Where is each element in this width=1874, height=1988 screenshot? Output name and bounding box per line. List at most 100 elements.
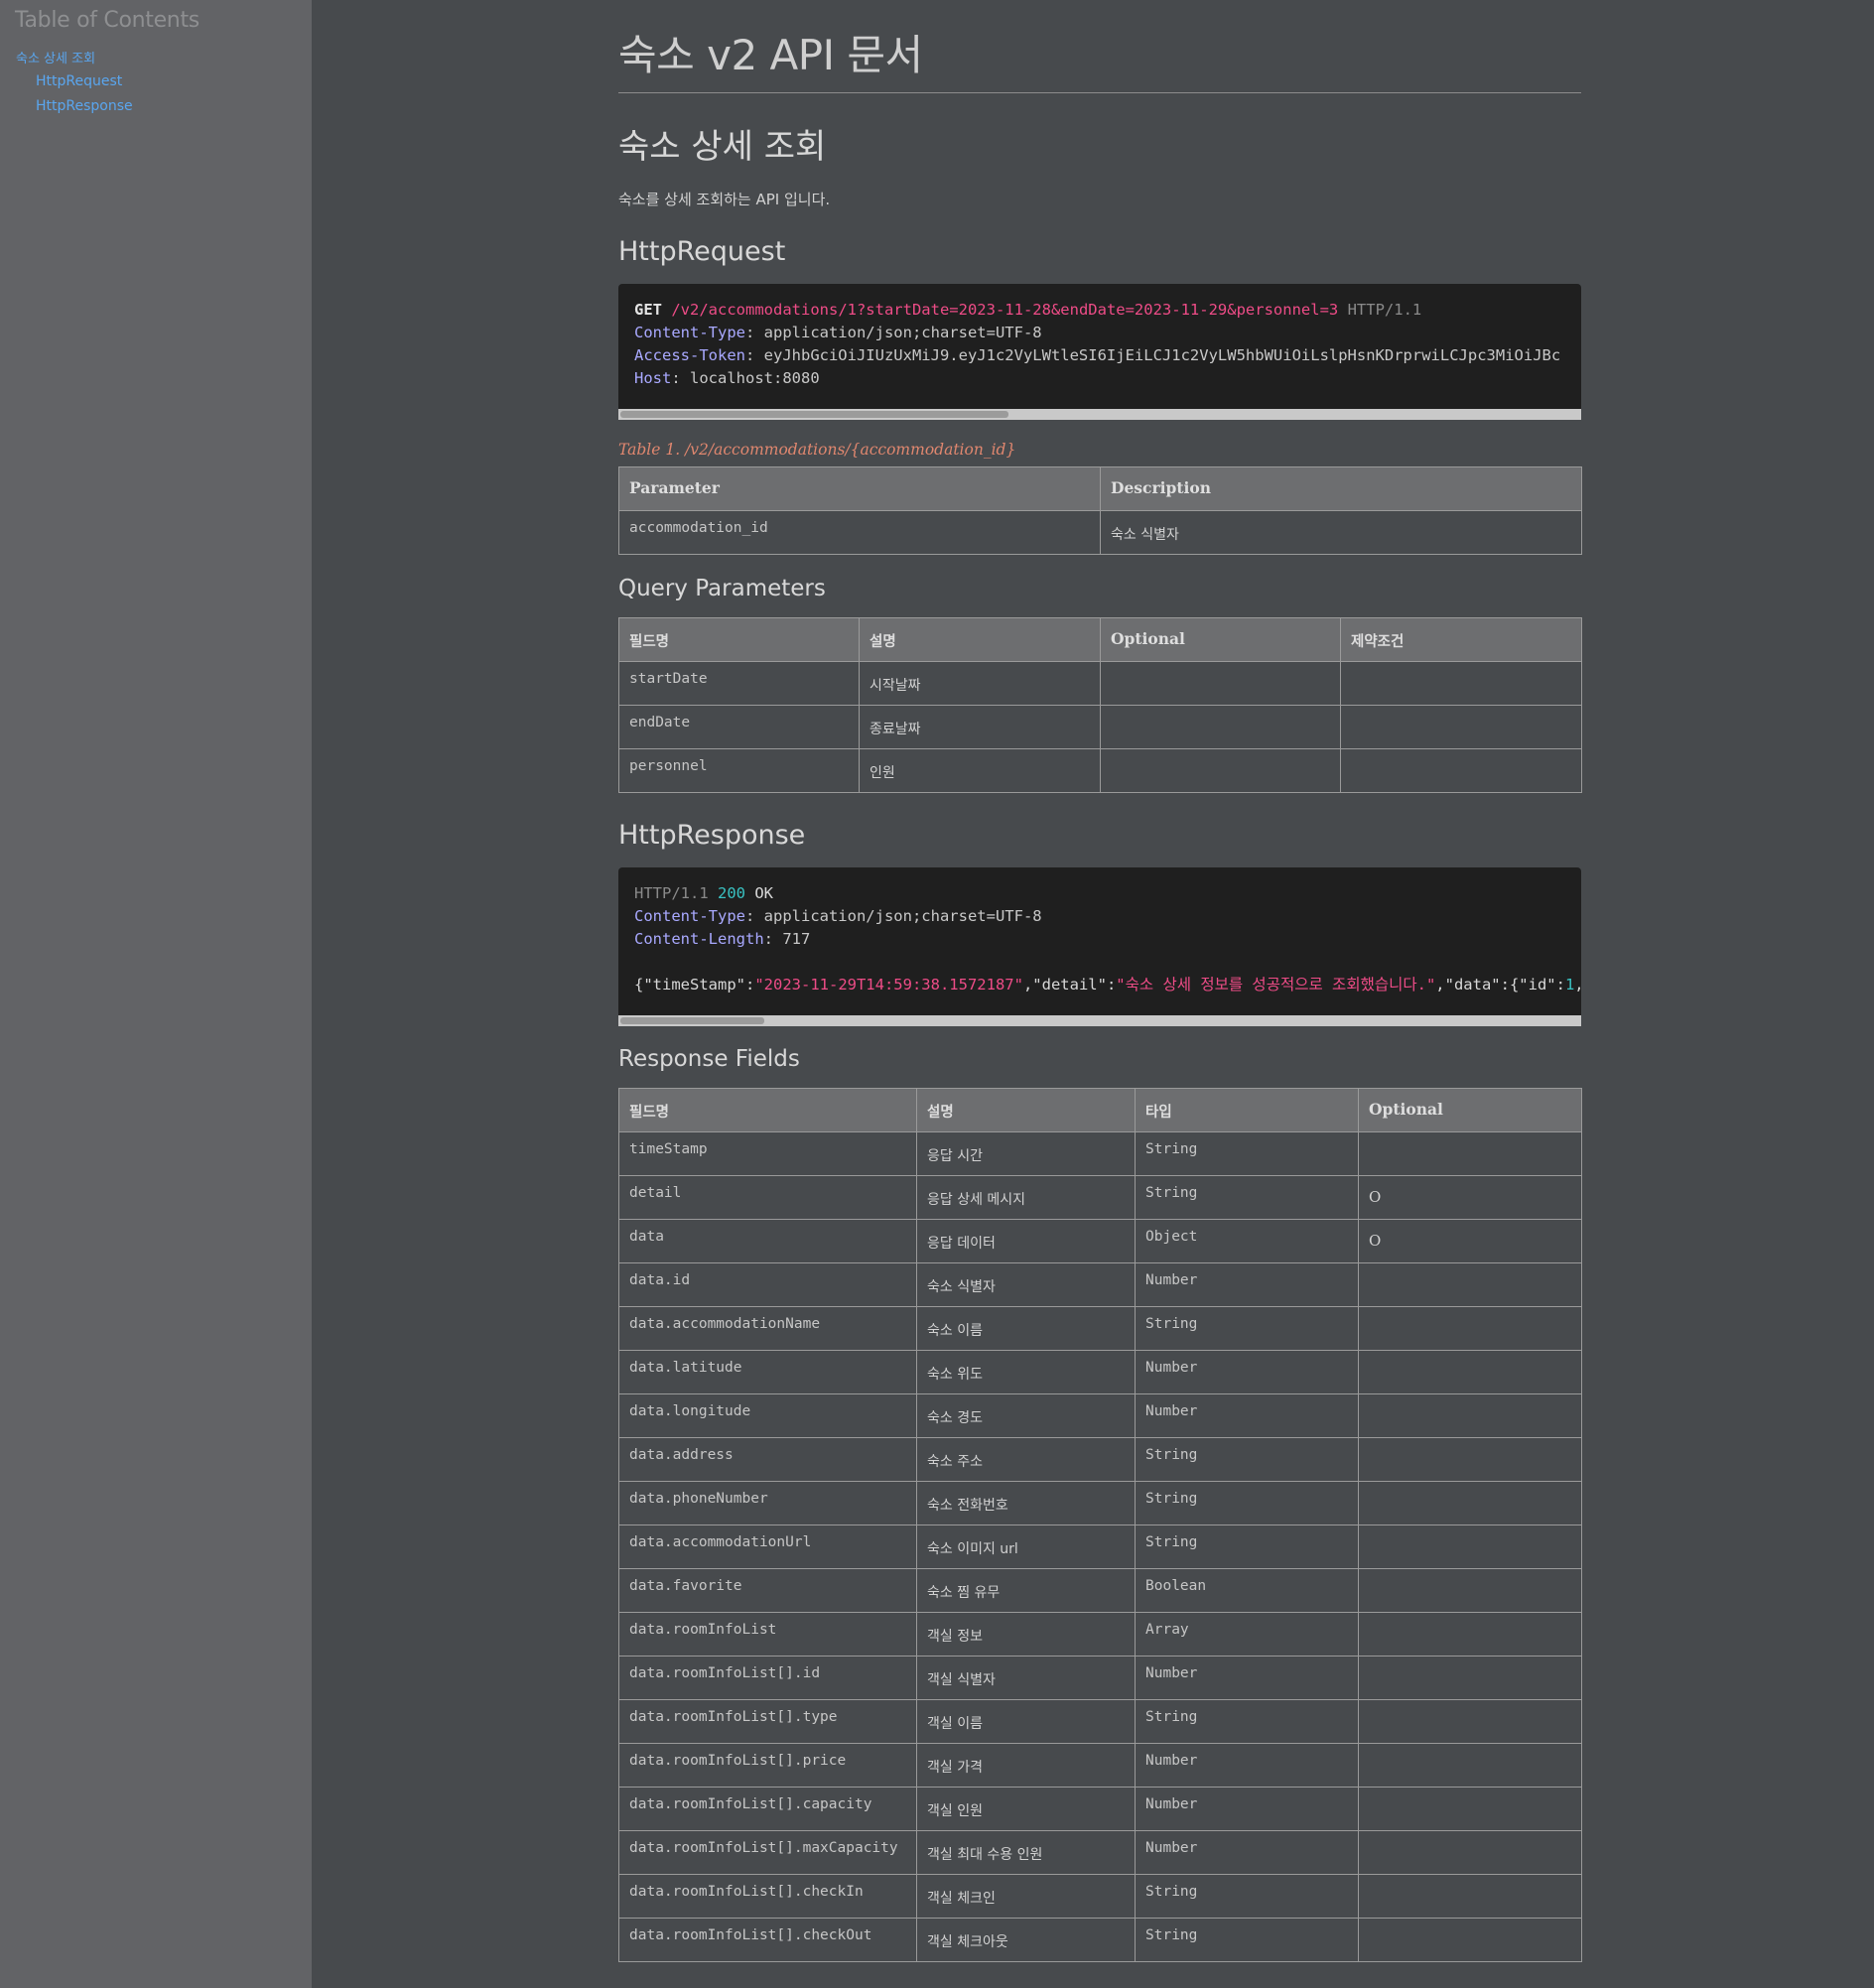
- description-cell: 응답 상세 메시지: [916, 1175, 1136, 1220]
- response-body-number: 1: [1564, 976, 1575, 994]
- column-header: Parameter: [618, 466, 1101, 511]
- type-cell: Number: [1135, 1743, 1359, 1788]
- field-name-cell: startDate: [618, 661, 860, 706]
- table-row: data.accommodationUrl 숙소 이미지 url String: [618, 1524, 1582, 1569]
- toc-link-httprequest[interactable]: HttpRequest: [36, 73, 122, 89]
- table-row: detail 응답 상세 메시지 String O: [618, 1175, 1582, 1220]
- optional-cell: [1358, 1568, 1582, 1613]
- table-row: data.roomInfoList[].id 객실 식별자 Number: [618, 1656, 1582, 1700]
- optional-cell: [1358, 1874, 1582, 1919]
- table-row: endDate 종료날짜: [618, 705, 1582, 749]
- table-row: data.id 숙소 식별자 Number: [618, 1262, 1582, 1307]
- table-row: data.roomInfoList[].checkIn 객실 체크인 String: [618, 1874, 1582, 1919]
- column-header: 제약조건: [1340, 617, 1582, 662]
- toc-link-accommodation-detail[interactable]: 숙소 상세 조회: [16, 48, 95, 66]
- optional-cell: O: [1358, 1175, 1582, 1220]
- description-cell: 객실 최대 수용 인원: [916, 1830, 1136, 1875]
- response-status-code: 200: [718, 884, 745, 902]
- type-cell: String: [1135, 1175, 1359, 1220]
- response-code-scrollbar[interactable]: [618, 1015, 1581, 1026]
- field-name-cell: data.roomInfoList[].price: [618, 1743, 917, 1788]
- field-name-cell: data.accommodationUrl: [618, 1524, 917, 1569]
- response-code-block: HTTP/1.1 200 OK Content-Type: applicatio…: [618, 867, 1581, 1026]
- table-of-contents-sidebar: Table of Contents 숙소 상세 조회 HttpRequest H…: [0, 0, 312, 1988]
- optional-cell: [1358, 1306, 1582, 1351]
- field-name-cell: accommodation_id: [618, 510, 1101, 555]
- column-header: 필드명: [618, 617, 860, 662]
- field-name-cell: data.roomInfoList[].type: [618, 1699, 917, 1744]
- description-cell: 숙소 경도: [916, 1393, 1136, 1438]
- optional-cell: [1358, 1656, 1582, 1700]
- column-header: Description: [1100, 466, 1582, 511]
- response-scrollbar-thumb[interactable]: [620, 1017, 764, 1024]
- page-title: 숙소 v2 API 문서: [618, 22, 1581, 93]
- description-cell: 종료날짜: [859, 705, 1101, 749]
- optional-cell: O: [1358, 1219, 1582, 1263]
- optional-cell: [1100, 748, 1341, 793]
- description-cell: 시작날짜: [859, 661, 1101, 706]
- field-name-cell: detail: [618, 1175, 917, 1220]
- type-cell: String: [1135, 1699, 1359, 1744]
- table-row: data.latitude 숙소 위도 Number: [618, 1350, 1582, 1394]
- type-cell: Array: [1135, 1612, 1359, 1657]
- toc-link-httpresponse[interactable]: HttpResponse: [36, 98, 133, 114]
- table-header-row: Parameter Description: [618, 466, 1582, 511]
- request-method: GET: [634, 301, 662, 319]
- field-name-cell: data.address: [618, 1437, 917, 1482]
- httpresponse-heading: HttpResponse: [618, 820, 806, 851]
- table-row: data.roomInfoList[].checkOut 객실 체크아웃 Strin…: [618, 1918, 1582, 1962]
- constraint-cell: [1340, 748, 1582, 793]
- description-cell: 객실 이름: [916, 1699, 1136, 1744]
- description-cell: 숙소 식별자: [916, 1262, 1136, 1307]
- request-header-name: Host: [634, 369, 672, 387]
- field-name-cell: data.latitude: [618, 1350, 917, 1394]
- field-name-cell: personnel: [618, 748, 860, 793]
- table-row: data.phoneNumber 숙소 전화번호 String: [618, 1481, 1582, 1525]
- table-row: personnel 인원: [618, 748, 1582, 793]
- description-cell: 숙소 위도: [916, 1350, 1136, 1394]
- response-body-text: ,: [1574, 976, 1581, 994]
- optional-cell: [1358, 1918, 1582, 1962]
- optional-cell: [1100, 661, 1341, 706]
- request-code-scrollbar[interactable]: [618, 409, 1581, 420]
- request-header-name: Access-Token: [634, 346, 745, 364]
- table-row: accommodation_id 숙소 식별자: [618, 510, 1582, 555]
- description-cell: 숙소 식별자: [1100, 510, 1582, 555]
- field-name-cell: data.favorite: [618, 1568, 917, 1613]
- description-cell: 숙소 전화번호: [916, 1481, 1136, 1525]
- table-row: data.roomInfoList[].type 객실 이름 String: [618, 1699, 1582, 1744]
- table-row: data.accommodationName 숙소 이름 String: [618, 1306, 1582, 1351]
- type-cell: String: [1135, 1437, 1359, 1482]
- response-body-text: ,"data":{"id":: [1435, 976, 1565, 994]
- description-cell: 숙소 이미지 url: [916, 1524, 1136, 1569]
- table-row: data.longitude 숙소 경도 Number: [618, 1393, 1582, 1438]
- type-cell: Number: [1135, 1262, 1359, 1307]
- optional-cell: [1358, 1262, 1582, 1307]
- response-status-text: OK: [754, 884, 774, 902]
- optional-cell: [1358, 1437, 1582, 1482]
- table-row: data.roomInfoList[].capacity 객실 인원 Number: [618, 1787, 1582, 1831]
- type-cell: String: [1135, 1481, 1359, 1525]
- type-cell: Number: [1135, 1787, 1359, 1831]
- response-body-text: {"timeStamp":: [634, 976, 755, 994]
- request-http-version: HTTP/1.1: [1347, 301, 1422, 319]
- description-cell: 숙소 찜 유무: [916, 1568, 1136, 1613]
- constraint-cell: [1340, 705, 1582, 749]
- optional-cell: [1358, 1830, 1582, 1875]
- description-cell: 객실 체크아웃: [916, 1918, 1136, 1962]
- type-cell: Number: [1135, 1830, 1359, 1875]
- response-fields-heading: Response Fields: [618, 1046, 800, 1072]
- field-name-cell: data: [618, 1219, 917, 1263]
- field-name-cell: data.roomInfoList[].checkOut: [618, 1918, 917, 1962]
- column-header: Optional: [1358, 1088, 1582, 1132]
- description-cell: 객실 인원: [916, 1787, 1136, 1831]
- httprequest-heading: HttpRequest: [618, 236, 786, 267]
- column-header: 설명: [916, 1088, 1136, 1132]
- type-cell: String: [1135, 1918, 1359, 1962]
- description-cell: 응답 데이터: [916, 1219, 1136, 1263]
- query-parameters-table: 필드명 설명 Optional 제약조건 startDate 시작날짜 endD…: [618, 617, 1582, 793]
- type-cell: Number: [1135, 1656, 1359, 1700]
- table-row: data.address 숙소 주소 String: [618, 1437, 1582, 1482]
- path-parameters-caption: Table 1. /v2/accommodations/{accommodati…: [618, 441, 1016, 459]
- request-scrollbar-thumb[interactable]: [620, 411, 1008, 418]
